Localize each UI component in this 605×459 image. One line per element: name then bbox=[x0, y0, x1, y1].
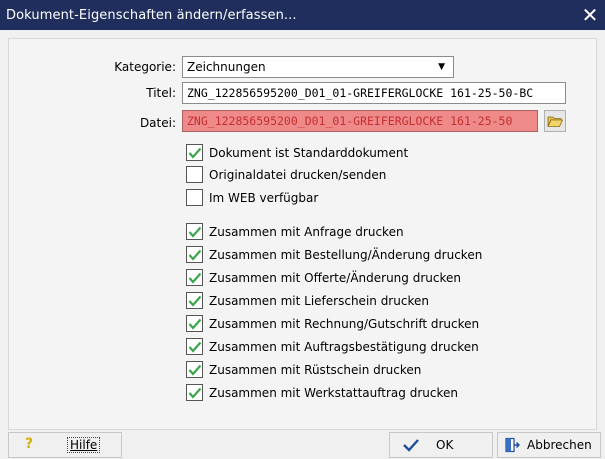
checkmark-icon bbox=[188, 387, 201, 399]
titel-label: Titel: bbox=[146, 86, 176, 100]
checkbox-4[interactable] bbox=[186, 223, 203, 240]
checkmark-icon bbox=[188, 295, 201, 307]
checkmark-icon bbox=[188, 249, 201, 261]
checkbox-label-5: Zusammen mit Bestellung/Änderung drucken bbox=[209, 247, 483, 262]
option-row-2[interactable]: Originaldatei drucken/senden bbox=[186, 165, 386, 184]
kategorie-label: Kategorie: bbox=[114, 60, 176, 74]
checkmark-icon bbox=[188, 226, 201, 238]
checkmark-icon bbox=[188, 272, 201, 284]
option-row-5[interactable]: Zusammen mit Bestellung/Änderung drucken bbox=[186, 245, 482, 264]
button-bar: ? Hilfe OK Abbrechen bbox=[0, 430, 605, 459]
option-row-4[interactable]: Zusammen mit Anfrage drucken bbox=[186, 222, 404, 241]
dialog-window: Dokument-Eigenschaften ändern/erfassen..… bbox=[0, 0, 605, 459]
checkmark-icon bbox=[188, 341, 201, 353]
checkbox-2[interactable] bbox=[186, 166, 203, 183]
checkbox-label-7: Zusammen mit Lieferschein drucken bbox=[209, 293, 429, 308]
checkbox-label-9: Zusammen mit Auftragsbestätigung drucken bbox=[209, 339, 479, 354]
checkmark-icon bbox=[188, 364, 201, 376]
datei-input[interactable]: ZNG_122856595200_D01_01-GREIFERGLOCKE 16… bbox=[182, 110, 538, 132]
ok-button-label: OK bbox=[436, 438, 454, 452]
option-row-8[interactable]: Zusammen mit Rechnung/Gutschrift drucken bbox=[186, 314, 479, 333]
window-title: Dokument-Eigenschaften ändern/erfassen..… bbox=[6, 7, 297, 23]
option-row-11[interactable]: Zusammen mit Werkstattauftrag drucken bbox=[186, 383, 458, 402]
datei-label: Datei: bbox=[139, 116, 176, 130]
checkbox-label-6: Zusammen mit Offerte/Änderung drucken bbox=[209, 270, 461, 285]
checkbox-9[interactable] bbox=[186, 338, 203, 355]
folder-open-icon bbox=[547, 116, 563, 127]
checkmark-icon bbox=[188, 318, 201, 330]
checkbox-label-3: Im WEB verfügbar bbox=[209, 190, 319, 205]
checkbox-label-4: Zusammen mit Anfrage drucken bbox=[209, 224, 404, 239]
checkbox-11[interactable] bbox=[186, 384, 203, 401]
close-icon[interactable]: ✕ bbox=[575, 0, 605, 30]
checkbox-5[interactable] bbox=[186, 246, 203, 263]
cancel-button-label: Abbrechen bbox=[527, 438, 592, 452]
option-row-10[interactable]: Zusammen mit Rüstschein drucken bbox=[186, 360, 421, 379]
help-button-label: Hilfe bbox=[67, 437, 101, 453]
checkbox-6[interactable] bbox=[186, 269, 203, 286]
checkbox-label-11: Zusammen mit Werkstattauftrag drucken bbox=[209, 385, 458, 400]
checkbox-7[interactable] bbox=[186, 292, 203, 309]
checkbox-label-2: Originaldatei drucken/senden bbox=[209, 167, 387, 182]
browse-file-button[interactable] bbox=[544, 110, 566, 132]
kategorie-select[interactable]: Zeichnungen ▼ bbox=[182, 56, 454, 78]
option-row-1[interactable]: Dokument ist Standarddokument bbox=[186, 143, 408, 162]
cancel-button[interactable]: Abbrechen bbox=[497, 432, 601, 458]
help-button[interactable]: ? Hilfe bbox=[8, 432, 122, 458]
checkmark-icon bbox=[188, 147, 201, 159]
option-row-6[interactable]: Zusammen mit Offerte/Änderung drucken bbox=[186, 268, 461, 287]
option-row-7[interactable]: Zusammen mit Lieferschein drucken bbox=[186, 291, 429, 310]
option-row-3[interactable]: Im WEB verfügbar bbox=[186, 188, 318, 207]
ok-button[interactable]: OK bbox=[389, 432, 493, 458]
checkbox-1[interactable] bbox=[186, 144, 203, 161]
checkbox-label-1: Dokument ist Standarddokument bbox=[209, 145, 409, 160]
checkbox-3[interactable] bbox=[186, 189, 203, 206]
option-row-9[interactable]: Zusammen mit Auftragsbestätigung drucken bbox=[186, 337, 479, 356]
dropdown-arrow-icon[interactable]: ▼ bbox=[438, 57, 445, 77]
checkbox-10[interactable] bbox=[186, 361, 203, 378]
checkbox-label-10: Zusammen mit Rüstschein drucken bbox=[209, 362, 422, 377]
check-icon bbox=[403, 439, 419, 452]
kategorie-selected-value: Zeichnungen bbox=[187, 60, 266, 74]
title-bar[interactable]: Dokument-Eigenschaften ändern/erfassen..… bbox=[0, 0, 605, 30]
help-icon: ? bbox=[25, 436, 34, 452]
exit-door-icon bbox=[505, 437, 520, 453]
titel-input[interactable]: ZNG_122856595200_D01_01-GREIFERGLOCKE 16… bbox=[182, 82, 566, 104]
checkbox-label-8: Zusammen mit Rechnung/Gutschrift drucken bbox=[209, 316, 480, 331]
checkbox-8[interactable] bbox=[186, 315, 203, 332]
